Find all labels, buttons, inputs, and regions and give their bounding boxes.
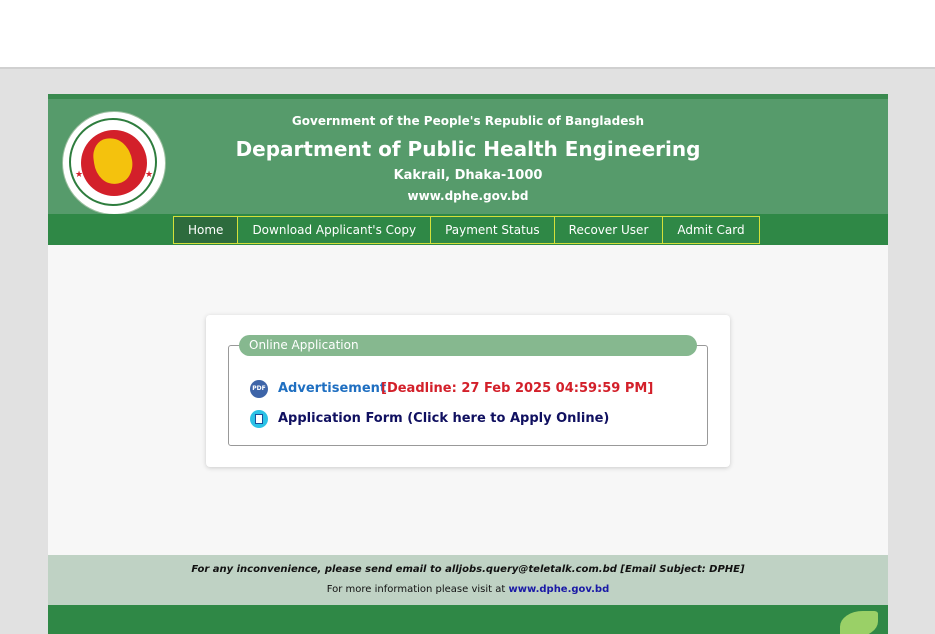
department-address: Kakrail, Dhaka-1000 [393, 168, 543, 183]
online-application-legend: Online Application [239, 335, 697, 356]
more-info-prefix: For more information please visit at [326, 584, 506, 595]
bottom-green-bar [48, 605, 888, 634]
main-navigation: Home Download Applicant's Copy Payment S… [48, 214, 888, 245]
government-title: Government of the People's Republic of B… [291, 114, 645, 128]
nav-item-admit-card[interactable]: Admit Card [662, 216, 760, 244]
online-application-card: Online Application PDF Advertisement [De… [206, 315, 730, 467]
department-website: www.dphe.gov.bd [407, 189, 529, 203]
nav-item-download-applicant-copy[interactable]: Download Applicant's Copy [237, 216, 432, 244]
leaf-logo-icon [840, 611, 878, 634]
dphe-website-link[interactable]: www.dphe.gov.bd [509, 584, 610, 595]
form-icon[interactable] [250, 410, 268, 428]
site-header: ★ ★ Government of the People's Republic … [48, 94, 888, 215]
nav-menu: Home Download Applicant's Copy Payment S… [173, 216, 760, 244]
pdf-icon[interactable]: PDF [250, 380, 268, 398]
more-info-line: For more information please visit at www… [48, 584, 888, 595]
application-form-link[interactable]: Application Form (Click here to Apply On… [278, 409, 609, 429]
nav-item-payment-status[interactable]: Payment Status [430, 216, 555, 244]
page-container: ★ ★ Government of the People's Republic … [48, 94, 888, 634]
contact-info-text: For any inconvenience, please send email… [191, 564, 745, 575]
browser-top-area [0, 0, 935, 69]
deadline-text: [Deadline: 27 Feb 2025 04:59:59 PM] [381, 381, 654, 396]
nav-item-home[interactable]: Home [173, 216, 239, 244]
site-footer: For any inconvenience, please send email… [48, 555, 888, 605]
nav-item-recover-user[interactable]: Recover User [553, 216, 664, 244]
department-title: Department of Public Health Engineering [235, 137, 701, 161]
advertisement-link[interactable]: Advertisement [278, 379, 386, 399]
